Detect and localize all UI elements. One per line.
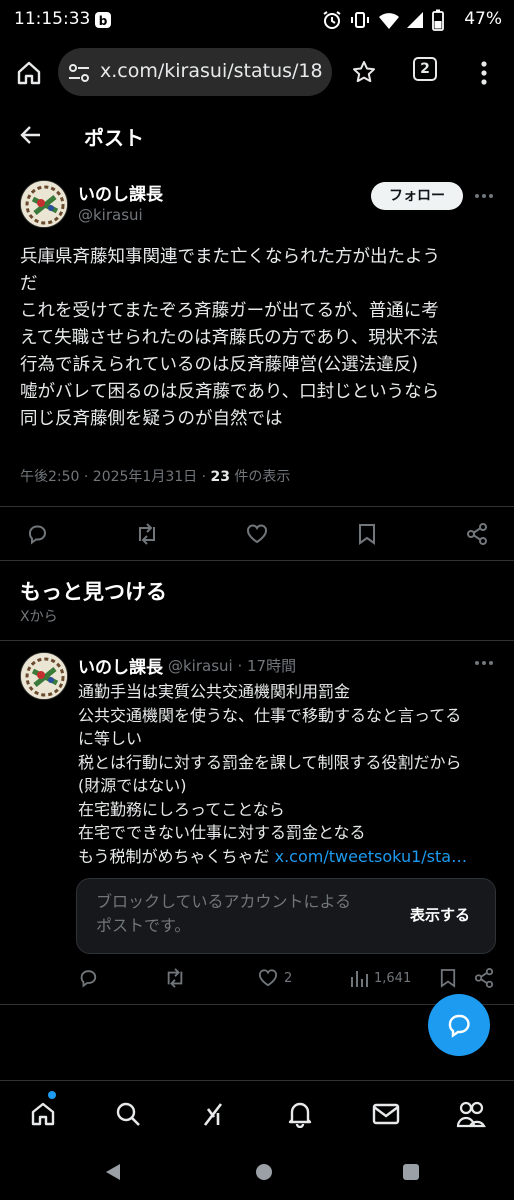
reply-text-line: 在宅勤務にしろってことなら (78, 799, 285, 819)
post-text-line: 嘘がバレて困るのは反斉藤であり、口封じというなら (20, 382, 440, 402)
reply-text: 通勤手当は実質公共交通機関利用罰金 公共交通機関を使うな、仕事で移動するなと言っ… (78, 680, 498, 868)
reply-view-count: 1,641 (374, 971, 412, 986)
search-icon[interactable] (115, 1101, 141, 1127)
post-text-line: だ (20, 274, 38, 294)
status-bar: 11:15:33 b 47% (0, 0, 514, 40)
avatar-image (21, 653, 67, 699)
share-icon[interactable] (474, 968, 494, 988)
alarm-icon (323, 11, 341, 29)
blocked-line: ポストです。 (96, 916, 191, 935)
like-count: 2 (284, 971, 293, 986)
follow-button[interactable]: フォロー (371, 182, 463, 210)
mail-icon[interactable] (372, 1102, 400, 1126)
reply-text-line: もう税制がめちゃくちゃだ x.com/tweetsoku1/sta… (78, 845, 498, 869)
views-icon[interactable] (350, 968, 368, 988)
vibrate-icon (351, 12, 369, 28)
show-button[interactable]: 表示する (410, 904, 470, 925)
section-title: もっと見つける (20, 580, 167, 604)
bookmark-icon[interactable] (440, 968, 456, 988)
section-subtitle: Xから (20, 609, 58, 625)
home-icon[interactable] (30, 1101, 56, 1127)
system-navigation (0, 1146, 514, 1200)
notification-icon: b (95, 12, 111, 28)
url-text[interactable]: x.com/kirasui/status/188 (100, 60, 324, 82)
view-label: 件の表示 (229, 469, 291, 485)
view-count: 23 (210, 469, 230, 485)
avatar[interactable] (20, 652, 68, 700)
reply-link[interactable]: x.com/tweetsoku1/sta… (275, 847, 467, 866)
reply-text-line: (財源ではない) (78, 776, 187, 795)
reply-text-line: 通勤手当は実質公共交通機関利用罰金 (78, 682, 351, 701)
compose-icon (448, 1014, 470, 1038)
reply-text-line: 在宅でできない仕事に対する罰金となる (78, 823, 366, 842)
page-title: ポスト (84, 126, 144, 150)
home-icon[interactable] (16, 60, 42, 86)
author-handle[interactable]: @kirasui (78, 206, 143, 224)
divider (0, 506, 514, 507)
avatar-image (21, 181, 67, 227)
reply-text-line: 公共交通機関を使うな、仕事で移動するなと言ってる (78, 705, 462, 725)
signal-icon (407, 12, 423, 28)
home-circle-icon[interactable] (255, 1163, 273, 1181)
reply-text-tail: もう税制がめちゃくちゃだ (78, 846, 275, 866)
post-text-line: えて失職させられたのは斉藤氏の方であり、現状不法 (20, 328, 439, 348)
battery-icon (432, 9, 444, 31)
compose-button[interactable] (428, 994, 490, 1056)
post-timestamp[interactable]: 午後2:50 · 2025年1月31日 · (20, 469, 211, 485)
retweet-icon[interactable] (164, 968, 186, 988)
reply-text-line: に等しい (78, 729, 143, 748)
more-icon[interactable] (474, 660, 494, 666)
post-text: 兵庫県斉藤知事関連でまた亡くなられた方が出たよう だ これを受けてまたぞろ斉藤ガ… (20, 244, 500, 433)
share-icon[interactable] (466, 523, 488, 545)
blocked-line: ブロックしているアカウントによる (96, 892, 352, 911)
divider (0, 640, 514, 641)
like-icon[interactable] (258, 969, 278, 987)
notification-dot (48, 1091, 56, 1099)
like-icon[interactable] (246, 524, 268, 544)
more-icon[interactable] (474, 193, 494, 199)
star-icon[interactable] (352, 60, 376, 84)
reply-icon[interactable] (26, 523, 48, 545)
more-vert-icon[interactable] (478, 60, 490, 86)
retweet-icon[interactable] (135, 523, 159, 545)
avatar[interactable] (20, 180, 68, 228)
browser-toolbar: x.com/kirasui/status/188 2 (0, 40, 514, 106)
blocked-message: ブロックしているアカウントによる ポストです。 (96, 890, 396, 938)
clock: 11:15:33 (14, 9, 91, 29)
people-icon[interactable] (456, 1100, 486, 1128)
grok-icon[interactable] (200, 1101, 226, 1127)
back-triangle-icon[interactable] (104, 1162, 122, 1182)
wifi-icon (379, 13, 399, 29)
back-arrow-icon[interactable] (20, 124, 42, 146)
tune-icon[interactable] (68, 63, 90, 83)
bottom-navigation (0, 1080, 514, 1146)
divider (0, 560, 514, 561)
post-text-line: 同じ反斉藤側を疑うのが自然では (20, 409, 283, 429)
bookmark-icon[interactable] (358, 523, 376, 545)
tab-switcher-button[interactable]: 2 (413, 57, 437, 81)
author-name[interactable]: いのし課長 (78, 180, 163, 205)
post-meta: 午後2:50 · 2025年1月31日 · 23 件の表示 (20, 466, 290, 486)
author-meta[interactable]: @kirasui · 17時間 (168, 655, 296, 676)
post-text-line: 兵庫県斉藤知事関連でまた亡くなられた方が出たよう (20, 247, 440, 267)
post-text-line: 行為で訴えられているのは反斉藤陣営(公選法違反) (20, 355, 419, 375)
battery-percent: 47% (464, 9, 502, 29)
reply-text-line: 税とは行動に対する罰金を課して制限する役割だから (78, 752, 462, 772)
recents-square-icon[interactable] (402, 1163, 420, 1181)
reply-icon[interactable] (78, 968, 98, 988)
svg-text:b: b (99, 14, 108, 28)
bell-icon[interactable] (287, 1100, 313, 1128)
post-text-line: これを受けてまたぞろ斉藤ガーが出てるが、普通に考 (20, 301, 439, 321)
author-name[interactable]: いのし課長 (78, 653, 163, 678)
